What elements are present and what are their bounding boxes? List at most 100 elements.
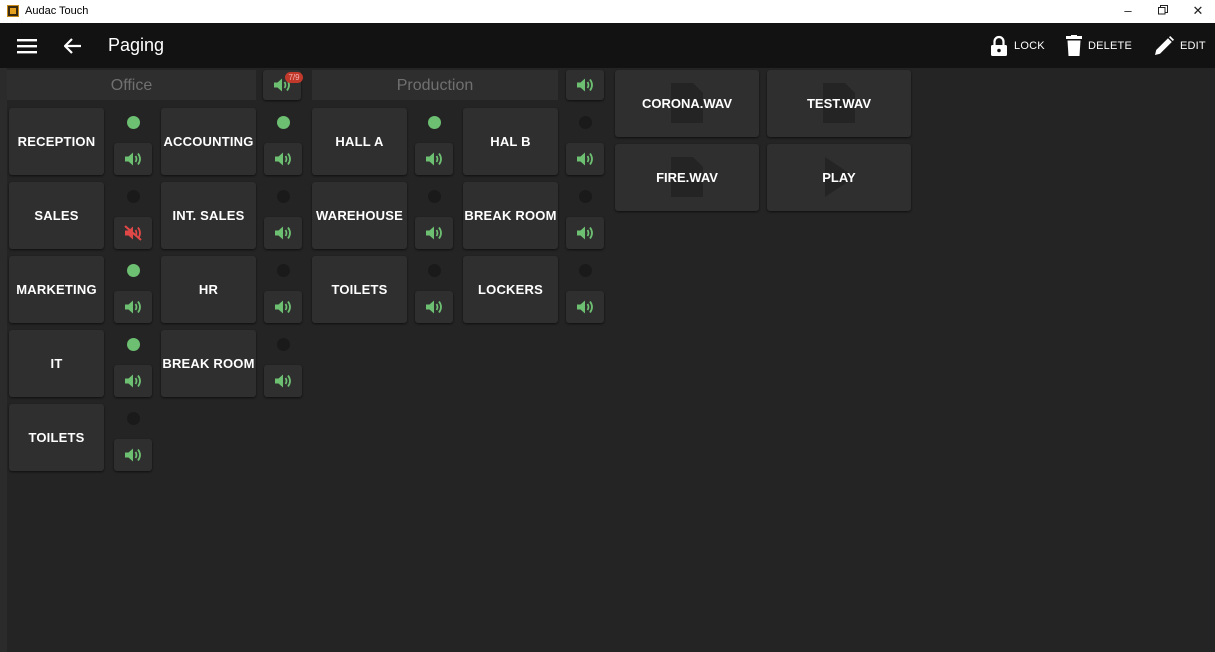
zone-reception-status[interactable] <box>114 106 152 138</box>
speaker-icon <box>577 152 593 166</box>
zone-warehouse-volume-button[interactable] <box>415 217 453 249</box>
zone-label: TOILETS <box>28 430 85 445</box>
file-fire-wav-button[interactable]: FIRE.WAV <box>615 144 759 211</box>
speaker-icon <box>426 300 442 314</box>
zone-lockers-button[interactable]: LOCKERS <box>463 256 558 323</box>
zone-int-sales-button[interactable]: INT. SALES <box>161 182 256 249</box>
zone-it-status[interactable] <box>114 328 152 360</box>
group-header-office: Office <box>7 70 256 100</box>
lock-icon <box>991 35 1007 56</box>
status-indicator <box>427 189 441 203</box>
speaker-icon <box>275 300 291 314</box>
group-production-volume-button[interactable] <box>566 70 604 100</box>
zone-accounting-button[interactable]: ACCOUNTING <box>161 108 256 175</box>
zone-accounting-status[interactable] <box>264 106 302 138</box>
group-header-production: Production <box>312 70 558 100</box>
zone-int-sales-status[interactable] <box>264 180 302 212</box>
pencil-icon <box>1155 35 1174 55</box>
delete-button[interactable]: DELETE <box>1066 23 1132 68</box>
speaker-icon <box>125 374 141 388</box>
status-indicator <box>578 263 592 277</box>
zone-toilets-production-status[interactable] <box>415 254 453 286</box>
trash-icon <box>1066 34 1082 56</box>
speaker-icon <box>125 448 141 462</box>
restore-icon[interactable] <box>1148 2 1178 20</box>
menu-icon[interactable] <box>14 23 40 68</box>
zone-label: ACCOUNTING <box>163 134 254 149</box>
status-indicator <box>276 263 290 277</box>
status-indicator <box>126 189 140 203</box>
play-button[interactable]: PLAY <box>767 144 911 211</box>
zone-break-room-production-volume-button[interactable] <box>566 217 604 249</box>
zone-warehouse-status[interactable] <box>415 180 453 212</box>
close-icon[interactable]: ✕ <box>1183 2 1213 20</box>
zone-label: HALL A <box>335 134 384 149</box>
file-label: PLAY <box>822 170 856 185</box>
zone-it-button[interactable]: IT <box>9 330 104 397</box>
file-label: TEST.WAV <box>806 96 872 111</box>
zone-sales-button[interactable]: SALES <box>9 182 104 249</box>
zone-toilets-office-status[interactable] <box>114 402 152 434</box>
status-indicator <box>427 115 441 129</box>
zone-marketing-volume-button[interactable] <box>114 291 152 323</box>
window-titlebar: Audac Touch – ✕ <box>0 0 1215 23</box>
zone-hr-button[interactable]: HR <box>161 256 256 323</box>
window-title: Audac Touch <box>25 5 89 17</box>
status-indicator <box>126 115 140 129</box>
zone-label: RECEPTION <box>17 134 96 149</box>
speaker-icon <box>577 226 593 240</box>
zone-toilets-production-button[interactable]: TOILETS <box>312 256 407 323</box>
zone-label: BREAK ROOM <box>162 356 255 371</box>
zone-hr-status[interactable] <box>264 254 302 286</box>
zone-break-room-office-status[interactable] <box>264 328 302 360</box>
zone-break-room-production-button[interactable]: BREAK ROOM <box>463 182 558 249</box>
zone-toilets-office-volume-button[interactable] <box>114 439 152 471</box>
speaker-icon <box>275 226 291 240</box>
zone-it-volume-button[interactable] <box>114 365 152 397</box>
zone-marketing-button[interactable]: MARKETING <box>9 256 104 323</box>
speaker-muted-icon <box>124 225 142 241</box>
back-arrow-icon[interactable] <box>60 23 86 68</box>
lock-button[interactable]: LOCK <box>990 23 1045 68</box>
zone-hall-a-status[interactable] <box>415 106 453 138</box>
zone-marketing-status[interactable] <box>114 254 152 286</box>
zone-label: SALES <box>34 208 79 223</box>
zone-hal-b-volume-button[interactable] <box>566 143 604 175</box>
zone-label: HAL B <box>490 134 531 149</box>
lock-label: LOCK <box>1014 39 1045 52</box>
zone-sales-status[interactable] <box>114 180 152 212</box>
status-indicator <box>126 337 140 351</box>
zone-sales-volume-button[interactable] <box>114 217 152 249</box>
zone-warehouse-button[interactable]: WAREHOUSE <box>312 182 407 249</box>
zone-hal-b-status[interactable] <box>566 106 604 138</box>
file-label: CORONA.WAV <box>641 96 733 111</box>
zone-toilets-production-volume-button[interactable] <box>415 291 453 323</box>
minimize-icon[interactable]: – <box>1113 2 1143 20</box>
zone-accounting-volume-button[interactable] <box>264 143 302 175</box>
zone-reception-volume-button[interactable] <box>114 143 152 175</box>
zone-break-room-production-status[interactable] <box>566 180 604 212</box>
group-office-volume-button[interactable]: 7/9 <box>263 70 303 100</box>
zone-hall-a-volume-button[interactable] <box>415 143 453 175</box>
file-test-wav-button[interactable]: TEST.WAV <box>767 70 911 137</box>
zone-label: INT. SALES <box>172 208 245 223</box>
zone-break-room-office-button[interactable]: BREAK ROOM <box>161 330 256 397</box>
zone-int-sales-volume-button[interactable] <box>264 217 302 249</box>
zone-lockers-volume-button[interactable] <box>566 291 604 323</box>
group-office-badge: 7/9 <box>285 72 303 83</box>
speaker-icon <box>275 152 291 166</box>
zone-break-room-office-volume-button[interactable] <box>264 365 302 397</box>
paging-content: Office 7/9 Production RECEPTION ACCOUNTI… <box>7 68 1215 652</box>
file-corona-wav-button[interactable]: CORONA.WAV <box>615 70 759 137</box>
zone-label: WAREHOUSE <box>315 208 404 223</box>
delete-label: DELETE <box>1088 39 1132 52</box>
zone-toilets-office-button[interactable]: TOILETS <box>9 404 104 471</box>
zone-hall-a-button[interactable]: HALL A <box>312 108 407 175</box>
zone-hal-b-button[interactable]: HAL B <box>463 108 558 175</box>
zone-reception-button[interactable]: RECEPTION <box>9 108 104 175</box>
edit-button[interactable]: EDIT <box>1154 23 1206 68</box>
speaker-icon <box>577 300 593 314</box>
file-label: FIRE.WAV <box>656 170 718 185</box>
zone-lockers-status[interactable] <box>566 254 604 286</box>
zone-hr-volume-button[interactable] <box>264 291 302 323</box>
